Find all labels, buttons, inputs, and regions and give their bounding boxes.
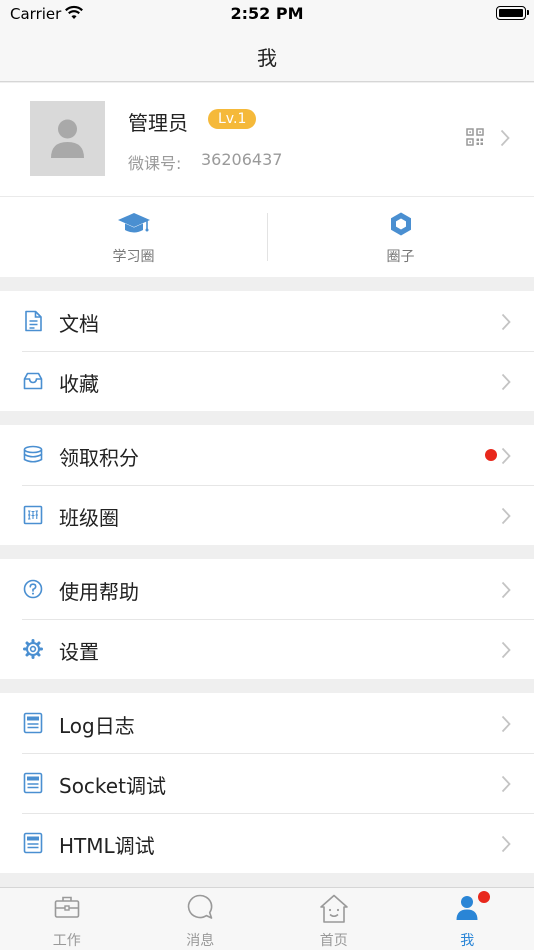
menu-item-label: 文档 [59,312,99,336]
qr-code-icon[interactable] [466,128,484,150]
tab-home[interactable]: 首页 [267,888,401,950]
menu-item-html-debug[interactable]: HTML调试 [0,813,534,873]
tab-label: 消息 [186,933,215,949]
menu-group-2: 领取积分 班级圈 [0,425,534,545]
menu-item-label: Socket调试 [59,774,166,798]
menu-item-socket-debug[interactable]: Socket调试 [0,753,534,813]
chevron-right-icon [500,129,510,151]
log-icon [22,712,44,734]
menu-item-label: Log日志 [59,714,135,738]
menu-item-label: HTML调试 [59,834,155,858]
page-title: 我 [257,46,277,70]
html-icon [22,832,44,854]
chevron-right-icon [501,447,511,469]
tab-label: 首页 [319,933,348,949]
tab-label: 我 [460,933,475,949]
profile-card[interactable]: 管理员 Lv.1 微课号: 36206437 [0,83,534,197]
menu-item-claim-points[interactable]: 领取积分 [0,425,534,485]
chevron-right-icon [501,641,511,663]
user-name: 管理员 [128,111,188,135]
notification-dot [485,449,497,461]
menu-group-1: 文档 收藏 [0,291,534,411]
clock: 2:52 PM [230,4,304,23]
menu-item-settings[interactable]: 设置 [0,619,534,679]
home-icon [267,893,401,929]
quick-action-study-circle[interactable]: 学习圈 [0,197,267,277]
notification-dot [477,891,490,903]
gear-icon [22,638,44,660]
quick-action-label: 学习圈 [112,249,155,265]
menu-item-label: 班级圈 [59,506,119,530]
menu-item-documents[interactable]: 文档 [0,291,534,351]
level-badge: Lv.1 [208,109,257,129]
menu-item-label: 收藏 [59,372,99,396]
weike-id-label: 微课号: [128,154,182,173]
chevron-right-icon [501,373,511,395]
menu-item-log[interactable]: Log日志 [0,693,534,753]
tab-work[interactable]: 工作 [0,888,134,950]
person-placeholder-icon [51,119,84,158]
quick-action-circle[interactable]: 圈子 [267,197,534,277]
nav-bar: 我 [0,28,534,82]
quick-action-label: 圈子 [386,249,415,265]
inbox-icon [22,370,44,392]
graduation-cap-icon [0,211,267,241]
battery-icon [496,6,529,20]
briefcase-icon [0,893,134,925]
chevron-right-icon [501,835,511,857]
socket-icon [22,772,44,794]
tab-messages[interactable]: 消息 [134,888,268,950]
coins-icon [22,444,44,466]
chevron-right-icon [501,775,511,797]
status-bar: Carrier 2:52 PM [0,0,534,28]
tab-bar: 工作 消息 首页 我 [0,887,534,950]
hexagon-icon [267,211,534,241]
message-icon [134,893,268,925]
menu-item-favorites[interactable]: 收藏 [0,351,534,411]
menu-item-label: 领取积分 [59,446,139,470]
chevron-right-icon [501,581,511,603]
weike-id-value: 36206437 [201,150,283,169]
person-icon [401,893,534,925]
menu-group-4: Log日志 Socket调试 HTML调试 [0,693,534,873]
tab-me[interactable]: 我 [401,888,534,950]
menu-item-label: 使用帮助 [59,580,139,604]
document-icon [22,310,44,332]
tab-label: 工作 [52,933,81,949]
chevron-right-icon [501,313,511,335]
chevron-right-icon [501,715,511,737]
chevron-right-icon [501,507,511,529]
menu-group-3: 使用帮助 设置 [0,559,534,679]
menu-item-class-circle[interactable]: 班级圈 [0,485,534,545]
help-icon [22,578,44,600]
quick-actions: 学习圈 圈子 [0,197,534,277]
menu-item-label: 设置 [59,640,99,664]
menu-item-help[interactable]: 使用帮助 [0,559,534,619]
class-icon [22,504,44,526]
avatar[interactable] [30,101,105,176]
